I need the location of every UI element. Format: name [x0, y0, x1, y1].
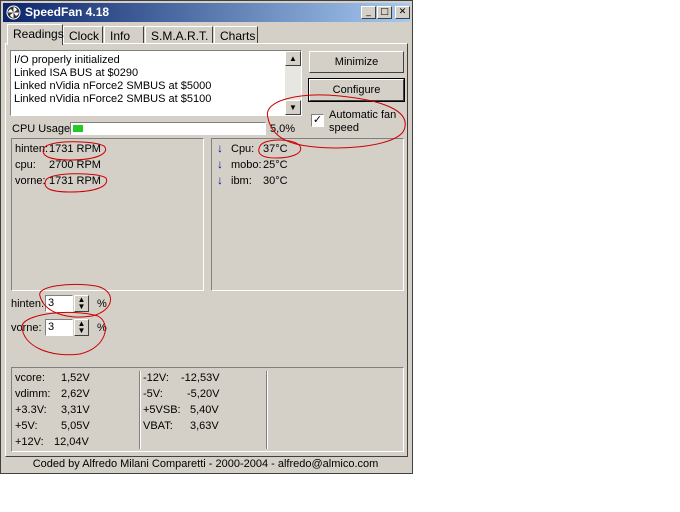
- minimize-window-button[interactable]: _: [361, 6, 376, 19]
- speed-stepper-vorne[interactable]: ▲ ▼: [74, 319, 89, 336]
- tab-info[interactable]: Info: [104, 26, 144, 44]
- title-bar[interactable]: SpeedFan 4.18 _ □ ✕: [3, 3, 410, 22]
- voltage-name: +3.3V:: [15, 404, 47, 416]
- automatic-fan-speed-label: Automatic fan speed: [329, 109, 397, 134]
- temp-name: Cpu:: [231, 143, 255, 155]
- window-title: SpeedFan 4.18: [25, 5, 110, 19]
- arrow-up-icon: ▲: [289, 54, 297, 63]
- tab-label: Readings: [13, 27, 64, 41]
- automatic-fan-speed-checkbox[interactable]: ✓: [311, 114, 324, 127]
- cpu-usage-bar: [70, 122, 266, 135]
- voltage-name: VBAT:: [143, 420, 173, 432]
- tab-label: Charts: [220, 29, 256, 43]
- temp-value: 25°C: [263, 159, 288, 171]
- log-line: Linked nVidia nForce2 SMBUS at $5100: [14, 93, 212, 105]
- cpu-usage-label: CPU Usage: [12, 123, 71, 135]
- scroll-up-button[interactable]: ▲: [285, 51, 301, 66]
- speed-input-hinten[interactable]: 3: [45, 295, 73, 312]
- voltage-value: -12,53V: [181, 372, 220, 384]
- fan-readings-box: hinten: 1731 RPM cpu: 2700 RPM vorne: 17…: [11, 138, 204, 291]
- voltage-value: -5,20V: [187, 388, 220, 400]
- fan-value: 1731 RPM: [49, 175, 101, 187]
- fan-value: 1731 RPM: [49, 143, 101, 155]
- voltage-name: -5V:: [143, 388, 163, 400]
- arrow-down-icon: ↓: [217, 141, 223, 155]
- temp-value: 37°C: [263, 143, 288, 155]
- voltage-value: 3,31V: [61, 404, 90, 416]
- speed-unit: %: [97, 298, 107, 310]
- tab-readings[interactable]: Readings: [7, 24, 64, 45]
- voltage-name: +5V:: [15, 420, 38, 432]
- speed-label-vorne: vorne:: [11, 322, 42, 334]
- fan-icon: [6, 5, 21, 20]
- log-line: Linked ISA BUS at $0290: [14, 67, 139, 79]
- fan-value: 2700 RPM: [49, 159, 101, 171]
- speed-unit: %: [97, 322, 107, 334]
- log-line: I/O properly initialized: [14, 54, 120, 66]
- tab-label: S.M.A.R.T.: [151, 29, 209, 43]
- tab-label: Info: [110, 29, 131, 43]
- spin-down-icon: ▼: [77, 326, 86, 335]
- voltage-value: 12,04V: [54, 436, 89, 448]
- speed-input-vorne[interactable]: 3: [45, 319, 73, 336]
- arrow-down-icon: ▼: [289, 103, 297, 112]
- arrow-down-icon: ↓: [217, 157, 223, 171]
- log-scrollbar[interactable]: ▲ ▼: [285, 51, 301, 115]
- voltage-name: -12V:: [143, 372, 169, 384]
- cpu-usage-value: 5,0%: [270, 123, 296, 135]
- temperature-readings-box: ↓ Cpu: 37°C ↓ mobo: 25°C ↓ ibm: 30°C: [211, 138, 404, 291]
- fan-name: vorne:: [15, 175, 46, 187]
- column-divider: [139, 371, 141, 449]
- tab-label: Clock: [69, 29, 100, 43]
- minimize-icon: _: [366, 7, 371, 17]
- cpu-usage-fill: [73, 125, 83, 132]
- scroll-down-button[interactable]: ▼: [285, 100, 301, 115]
- fan-name: cpu:: [15, 159, 36, 171]
- voltage-value: 1,52V: [61, 372, 90, 384]
- speed-label-hinten: hinten:: [11, 298, 45, 310]
- voltage-name: +12V:: [15, 436, 44, 448]
- log-box[interactable]: I/O properly initialized Linked ISA BUS …: [10, 50, 302, 116]
- maximize-icon: □: [380, 7, 389, 17]
- voltage-value: 5,05V: [61, 420, 90, 432]
- temp-name: mobo:: [231, 159, 262, 171]
- close-window-button[interactable]: ✕: [395, 6, 410, 19]
- temp-name: ibm:: [231, 175, 252, 187]
- voltage-name: vcore:: [15, 372, 45, 384]
- close-icon: ✕: [398, 7, 407, 17]
- temp-value: 30°C: [263, 175, 288, 187]
- voltages-box: vcore: 1,52V vdimm: 2,62V +3.3V: 3,31V +…: [11, 367, 404, 452]
- maximize-window-button[interactable]: □: [377, 6, 392, 19]
- status-bar-credits: Coded by Alfredo Milani Comparetti - 200…: [32, 458, 379, 470]
- tab-clock[interactable]: Clock: [63, 26, 103, 44]
- voltage-value: 5,40V: [190, 404, 219, 416]
- log-line: Linked nVidia nForce2 SMBUS at $5000: [14, 80, 212, 92]
- tab-charts[interactable]: Charts: [214, 26, 258, 44]
- tab-smart[interactable]: S.M.A.R.T.: [145, 26, 213, 44]
- voltage-value: 3,63V: [190, 420, 219, 432]
- column-divider: [266, 371, 268, 449]
- arrow-down-icon: ↓: [217, 173, 223, 187]
- speed-stepper-hinten[interactable]: ▲ ▼: [74, 295, 89, 312]
- voltage-value: 2,62V: [61, 388, 90, 400]
- voltage-name: +5VSB:: [143, 404, 181, 416]
- fan-name: hinten:: [15, 143, 49, 155]
- voltage-name: vdimm:: [15, 388, 51, 400]
- configure-button[interactable]: Configure: [308, 78, 405, 102]
- minimize-button[interactable]: Minimize: [309, 51, 404, 73]
- spin-down-icon: ▼: [77, 302, 86, 311]
